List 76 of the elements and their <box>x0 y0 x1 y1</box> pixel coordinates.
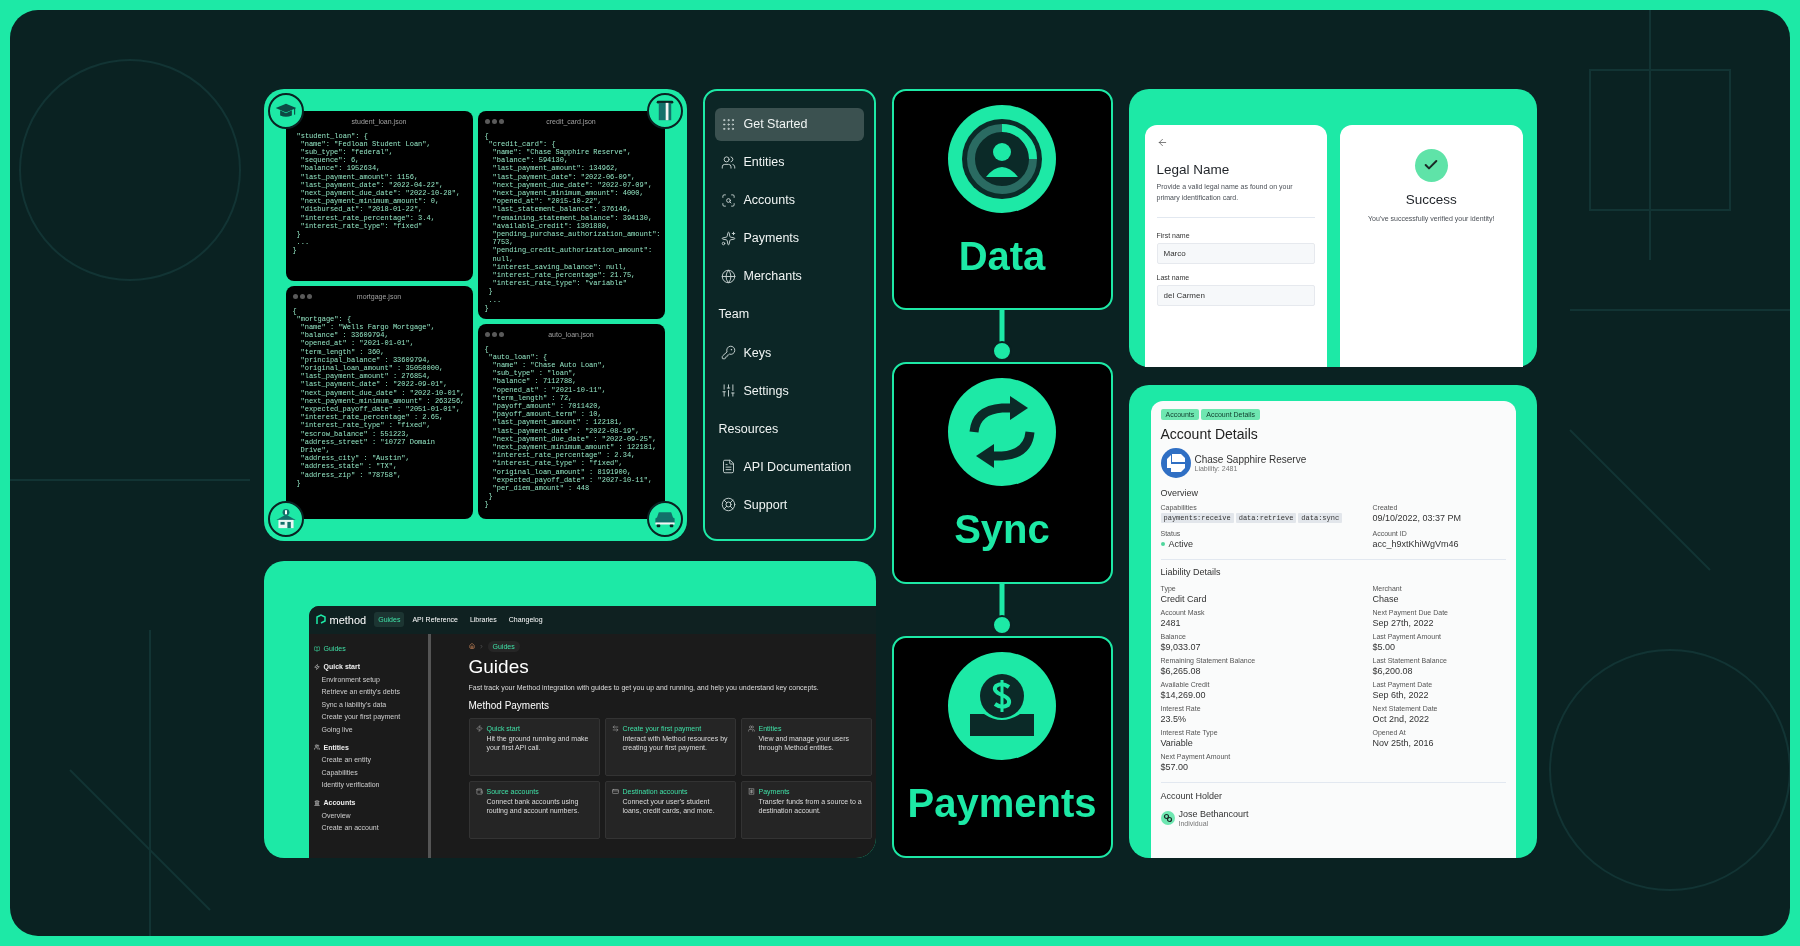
section-header: Resources <box>717 420 780 438</box>
lightning-icon <box>313 663 320 670</box>
field-value: Nov 25th, 2016 <box>1372 737 1434 749</box>
graduation-cap-icon <box>267 92 304 129</box>
home-icon[interactable] <box>468 643 475 649</box>
sidebar-item[interactable]: Accounts <box>714 183 864 218</box>
sidebar-item[interactable]: Support <box>714 487 864 522</box>
chevron-icon <box>478 643 484 649</box>
sidebar-item[interactable]: API Documentation <box>714 449 864 484</box>
house-icon <box>267 500 304 537</box>
wallet-icon <box>475 787 483 795</box>
field-value: 09/10/2022, 03:37 PM <box>1372 512 1462 524</box>
field-value: acc_h9xtKhiWgVm46 <box>1372 538 1459 550</box>
key-icon <box>720 345 736 360</box>
field-value: Sep 6th, 2022 <box>1372 689 1429 701</box>
success-title: Success <box>1405 191 1457 207</box>
users-icon <box>313 744 320 750</box>
field-value: $5.00 <box>1372 641 1396 653</box>
bank-icon <box>313 799 320 806</box>
status-dot-icon <box>1160 542 1165 546</box>
form-title: Legal Name <box>1156 161 1231 177</box>
lifebuoy-icon <box>720 497 736 513</box>
field-value: Sep 27th, 2022 <box>1372 617 1434 629</box>
avatar-icon <box>1160 810 1175 825</box>
account-name: Chase Sapphire Reserve <box>1194 453 1307 465</box>
field-value: $6,200.08 <box>1372 665 1413 677</box>
field-value: $14,269.00 <box>1160 689 1206 701</box>
field-value: Chase <box>1372 593 1399 605</box>
search-icon <box>720 192 736 208</box>
card-slot-icon <box>646 92 683 129</box>
field-value: $57.00 <box>1160 761 1189 773</box>
field-value: 2481 <box>1160 617 1181 629</box>
logo-icon <box>314 613 327 626</box>
logo-icon <box>1160 447 1191 478</box>
arrows-icon <box>611 724 619 732</box>
book-icon <box>313 645 320 652</box>
back-icon[interactable] <box>1156 136 1168 148</box>
field-value: Credit Card <box>1160 593 1207 605</box>
sidebar-item[interactable]: Merchants <box>714 259 864 294</box>
feature-title: Payments <box>907 779 1097 826</box>
card-icon <box>611 787 619 795</box>
grid-icon <box>720 116 736 132</box>
users-icon <box>747 724 755 732</box>
document-icon <box>720 459 736 475</box>
text-field[interactable]: Marco <box>1156 242 1315 264</box>
globe-icon <box>720 268 736 284</box>
sidebar-item[interactable]: Keys <box>714 335 864 370</box>
section-heading: Account Holder <box>1160 790 1224 801</box>
sidebar-item[interactable]: Payments <box>714 221 864 256</box>
receipt-icon <box>747 787 755 795</box>
sidebar-item[interactable]: Entities <box>714 145 864 179</box>
text-field[interactable]: del Carmen <box>1156 284 1315 306</box>
lightning-icon <box>475 724 483 732</box>
section-heading: Overview <box>1160 487 1199 498</box>
users-icon <box>720 154 736 170</box>
section-header: Team <box>717 306 751 324</box>
feature-title: Data <box>958 232 1046 279</box>
section-heading: Liability Details <box>1160 566 1222 577</box>
sidebar-item[interactable]: Settings <box>714 373 864 408</box>
field-value: $9,033.07 <box>1160 641 1201 653</box>
field-value: Variable <box>1160 737 1193 749</box>
logo-text: method <box>329 613 367 626</box>
page-title: Account Details <box>1160 425 1259 442</box>
feature-title: Sync <box>954 506 1050 553</box>
status-text: Active <box>1168 538 1193 550</box>
sidebar-item[interactable]: Get Started <box>714 107 864 141</box>
section-heading: Method Payments <box>468 699 550 711</box>
field-value: Oct 2nd, 2022 <box>1372 713 1430 725</box>
sparkle-icon <box>720 230 736 246</box>
field-value: $6,265.08 <box>1160 665 1201 677</box>
holder-name: Jose Bethancourt <box>1178 808 1249 820</box>
car-icon <box>646 500 683 537</box>
field-value: 23.5% <box>1160 713 1187 725</box>
check-icon <box>1414 148 1448 182</box>
sliders-icon <box>720 383 736 399</box>
page-title: Guides <box>468 655 529 678</box>
